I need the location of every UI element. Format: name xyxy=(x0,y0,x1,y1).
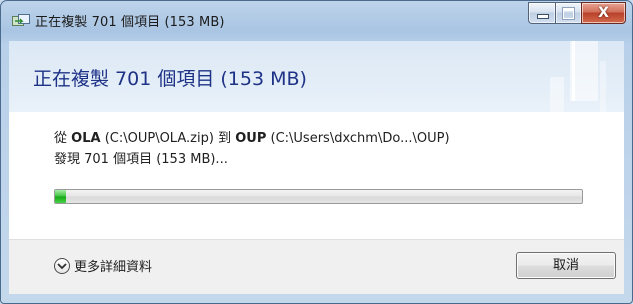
dialog-footer: 更多詳細資料 取消 xyxy=(9,239,624,294)
copy-icon xyxy=(12,14,30,26)
to-word: 到 xyxy=(218,131,232,146)
minimize-button[interactable] xyxy=(528,2,555,24)
minimize-icon xyxy=(537,14,549,19)
close-button[interactable]: X xyxy=(581,2,626,24)
close-icon: X xyxy=(598,5,609,21)
destination-name[interactable]: OUP xyxy=(235,131,266,146)
progress-bar-fill xyxy=(55,190,66,203)
dialog-header: 正在複製 701 個項目 (153 MB) xyxy=(9,41,624,113)
progress-bar xyxy=(54,189,583,204)
more-details-label: 更多詳細資料 xyxy=(74,260,153,275)
title-bar[interactable]: 正在複製 701 個項目 (153 MB) X xyxy=(1,1,632,41)
chevron-down-icon xyxy=(54,257,70,274)
dialog-heading: 正在複製 701 個項目 (153 MB) xyxy=(33,68,307,90)
decorative-glass-icon xyxy=(550,41,606,112)
source-path: (C:\OUP\OLA.zip) xyxy=(104,131,214,146)
more-details-toggle[interactable]: 更多詳細資料 xyxy=(54,256,152,275)
copy-dialog-window: 正在複製 701 個項目 (153 MB) X 正在複製 701 個項目 (15… xyxy=(0,0,633,304)
copy-status-text: 發現 701 個項目 (153 MB)... xyxy=(54,152,228,167)
from-word: 從 xyxy=(54,131,68,146)
maximize-button[interactable] xyxy=(555,2,581,24)
destination-path: (C:\Users\dxchm\Do...\OUP) xyxy=(270,131,450,146)
source-name[interactable]: OLA xyxy=(71,131,100,146)
maximize-icon xyxy=(562,7,575,20)
copy-source-dest-line: 從 OLA (C:\OUP\OLA.zip) 到 OUP (C:\Users\d… xyxy=(54,127,450,146)
window-title: 正在複製 701 個項目 (153 MB) xyxy=(35,15,225,30)
caption-buttons: X xyxy=(528,2,626,24)
cancel-button[interactable]: 取消 xyxy=(516,252,616,279)
dialog-content: 從 OLA (C:\OUP\OLA.zip) 到 OUP (C:\Users\d… xyxy=(9,112,624,239)
